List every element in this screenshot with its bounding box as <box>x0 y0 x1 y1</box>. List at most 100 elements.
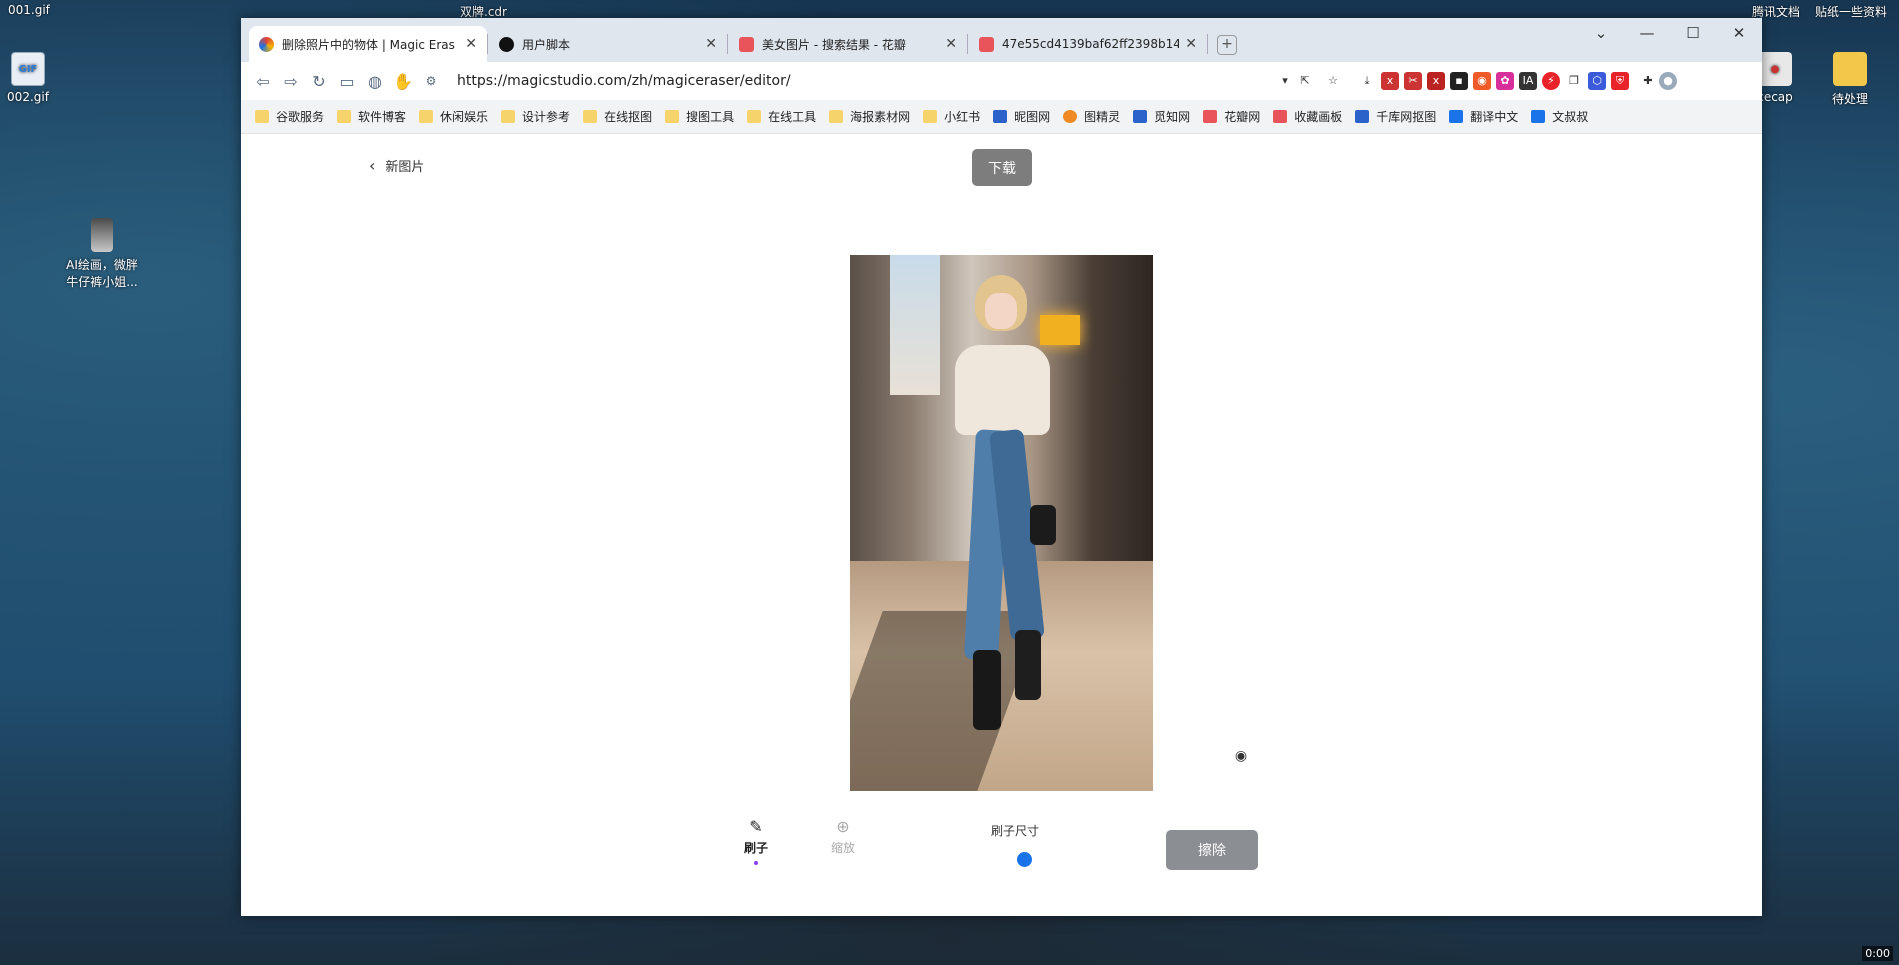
browser-toolbar: ⇦ ⇨ ↻ ▭ ◍ ✋ ⚙ https://magicstudio.com/zh… <box>241 62 1762 100</box>
bookmark-folder[interactable]: 休闲娱乐 <box>419 108 488 125</box>
brush-size-label: 刷子尺寸 <box>991 824 1040 838</box>
bookmark-folder[interactable]: 软件博客 <box>337 108 406 125</box>
desktop-icon-label: 待处理 <box>1831 92 1868 106</box>
active-indicator-dot <box>754 861 758 865</box>
bookmark-folder[interactable]: 小红书 <box>923 108 980 125</box>
site-icon <box>1063 110 1078 123</box>
bookmark-label: 搜图工具 <box>686 110 735 124</box>
magic-brush-icon: ✎ <box>749 817 763 836</box>
dropdown-icon[interactable]: ▾ <box>1276 72 1294 90</box>
extension-icon[interactable]: IA <box>1519 72 1537 90</box>
extension-icon[interactable]: ◉ <box>1473 72 1491 90</box>
window-close-icon[interactable]: ✕ <box>1719 24 1759 42</box>
extension-icon[interactable]: x <box>1427 72 1445 90</box>
extension-icon[interactable]: x <box>1381 72 1399 90</box>
bookmark-label: 千库网抠图 <box>1376 110 1437 124</box>
clock: 0:00 <box>1862 946 1893 961</box>
folder-icon <box>1833 52 1867 86</box>
bookmark-label: 觅知网 <box>1154 110 1191 124</box>
extension-icon[interactable]: ✂ <box>1404 72 1422 90</box>
bookmark-label: 图精灵 <box>1084 110 1121 124</box>
forward-arrow-icon[interactable]: ⇨ <box>277 72 305 91</box>
reload-icon[interactable]: ↻ <box>305 72 333 91</box>
bookmarks-bar: 谷歌服务 软件博客 休闲娱乐 设计参考 在线抠图 搜图工具 在线工具 海报素材网… <box>241 100 1762 134</box>
maximize-icon[interactable]: ☐ <box>1673 24 1713 42</box>
tab-separator <box>487 34 488 54</box>
extension-icon[interactable]: ▪ <box>1450 72 1468 90</box>
star-icon[interactable]: ☆ <box>1324 72 1342 90</box>
close-icon[interactable]: ✕ <box>1185 36 1197 52</box>
back-new-image-link[interactable]: ‹ 新图片 <box>369 156 424 175</box>
tab-title: 删除照片中的物体 | Magic Eras <box>282 37 455 52</box>
tab-strip: 删除照片中的物体 | Magic Eras ✕ 用户脚本 ✕ 美女图片 - 搜索… <box>241 18 1762 62</box>
tool-label: 缩放 <box>830 841 855 855</box>
address-bar[interactable]: https://magicstudio.com/zh/magiceraser/e… <box>457 73 791 89</box>
tab-separator <box>967 34 968 54</box>
browser-window: 删除照片中的物体 | Magic Eras ✕ 用户脚本 ✕ 美女图片 - 搜索… <box>241 18 1762 916</box>
photo-person <box>945 275 1056 775</box>
bookmark-site[interactable]: 收藏画板 <box>1273 108 1342 125</box>
site-icon <box>1273 110 1288 123</box>
bookmark-site[interactable]: 花瓣网 <box>1203 108 1260 125</box>
close-icon[interactable]: ✕ <box>705 36 717 52</box>
desktop-icon-002-gif[interactable]: GIF 002.gif <box>0 52 68 104</box>
extension-icon[interactable]: ❐ <box>1565 72 1583 90</box>
bookmark-site[interactable]: 昵图网 <box>993 108 1050 125</box>
tab-magic-eraser[interactable]: 删除照片中的物体 | Magic Eras ✕ <box>249 26 487 62</box>
bookmark-folder[interactable]: 搜图工具 <box>665 108 734 125</box>
extension-icon[interactable]: ⚡ <box>1542 72 1560 90</box>
tab-huaban-search[interactable]: 美女图片 - 搜索结果 - 花瓣 ✕ <box>729 26 967 62</box>
bookmark-site[interactable]: 千库网抠图 <box>1355 108 1436 125</box>
bookmark-label: 在线抠图 <box>604 110 653 124</box>
desktop-icon-ai-image[interactable]: AI绘画，微胖牛仔裤小姐... <box>62 218 142 290</box>
extension-icon[interactable]: ✿ <box>1496 72 1514 90</box>
site-settings-icon[interactable]: ⚙ <box>417 74 445 88</box>
bookmark-folder[interactable]: 谷歌服务 <box>255 108 324 125</box>
share-icon[interactable]: ⇱ <box>1296 72 1314 90</box>
site-icon <box>1531 110 1546 123</box>
tab-title: 用户脚本 <box>522 37 571 52</box>
eye-icon[interactable]: ◉ <box>1232 748 1250 766</box>
site-icon <box>993 110 1008 123</box>
download-button[interactable]: 下载 <box>972 149 1032 186</box>
bookmark-label: 小红书 <box>944 110 981 124</box>
tab-image-hash[interactable]: 47e55cd4139baf62ff2398b14 ✕ <box>969 26 1207 62</box>
bookmark-folder[interactable]: 设计参考 <box>501 108 570 125</box>
bookmark-site[interactable]: 图精灵 <box>1063 108 1120 125</box>
bookmark-site[interactable]: 翻译中文 <box>1449 108 1518 125</box>
extension-icon[interactable]: ⬡ <box>1588 72 1606 90</box>
image-file-icon <box>91 218 113 252</box>
hand-icon[interactable]: ✋ <box>389 72 417 91</box>
edited-photo-canvas[interactable] <box>850 255 1153 791</box>
tool-zoom[interactable]: ⊕ 缩放 <box>823 817 863 856</box>
bookmark-label: 软件博客 <box>358 110 407 124</box>
bookmark-folder[interactable]: 海报素材网 <box>829 108 910 125</box>
bookmark-site[interactable]: 文叔叔 <box>1531 108 1588 125</box>
puzzle-icon[interactable]: ✚ <box>1639 72 1657 90</box>
person-boot-left <box>973 650 1001 730</box>
zoom-icon: ⊕ <box>836 817 850 836</box>
tab-search-icon[interactable]: ⌄ <box>1581 24 1621 42</box>
brush-size-slider[interactable] <box>1017 852 1032 867</box>
new-tab-button[interactable]: + <box>1217 35 1237 55</box>
bookmark-site[interactable]: 觅知网 <box>1133 108 1190 125</box>
extension-icon[interactable]: ⛨ <box>1611 72 1629 90</box>
desktop-icon-label: 002.gif <box>7 90 49 104</box>
bookmark-folder[interactable]: 在线抠图 <box>583 108 652 125</box>
globe-icon[interactable]: ◍ <box>361 72 389 91</box>
tab-user-scripts[interactable]: 用户脚本 ✕ <box>489 26 727 62</box>
tool-brush[interactable]: ✎ 刷子 <box>736 817 776 865</box>
desktop-icon-pending-folder[interactable]: 待处理 <box>1812 52 1888 107</box>
folder-icon <box>829 110 844 123</box>
sidebar-icon[interactable]: ▭ <box>333 72 361 91</box>
bookmark-folder[interactable]: 在线工具 <box>747 108 816 125</box>
close-icon[interactable]: ✕ <box>465 36 477 52</box>
back-arrow-icon[interactable]: ⇦ <box>249 72 277 91</box>
download-icon[interactable]: ⤓ <box>1358 72 1376 90</box>
huaban-favicon-icon <box>739 36 754 52</box>
erase-button[interactable]: 擦除 <box>1166 830 1258 870</box>
minimize-icon[interactable]: — <box>1627 24 1667 42</box>
profile-icon[interactable]: ● <box>1659 72 1677 90</box>
magic-studio-favicon-icon <box>259 36 274 52</box>
close-icon[interactable]: ✕ <box>945 36 957 52</box>
